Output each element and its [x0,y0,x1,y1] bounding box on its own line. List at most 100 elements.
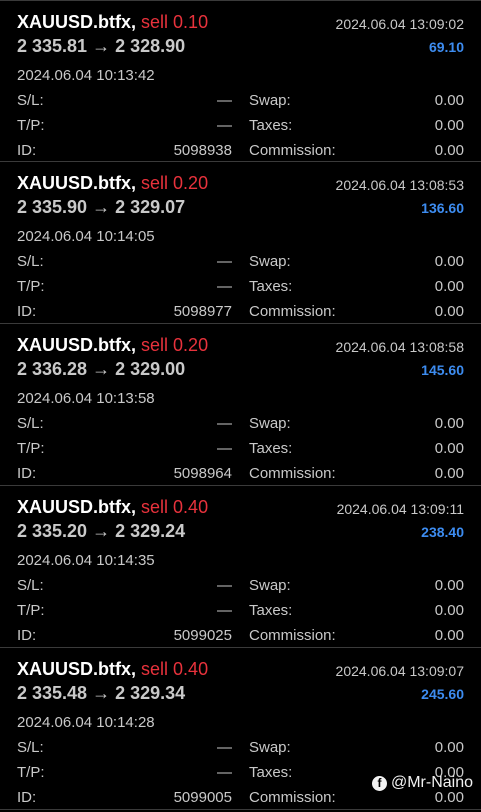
symbol-label: XAUUSD.btfx, [17,335,137,355]
symbol-label: XAUUSD.btfx, [17,497,137,517]
tp-label: T/P: [17,278,45,295]
tp-value: — [217,440,232,457]
open-time: 2024.06.04 13:08:53 [335,177,464,193]
tp-value: — [217,117,232,134]
id-label: ID: [17,789,37,806]
deal-prices: 2 336.28 → 2 329.00 [17,359,186,379]
id-commission-row: ID: 5099025 Commission: 0.00 [17,627,464,647]
deal-item[interactable]: XAUUSD.btfx, sell 0.20 2024.06.04 13:08:… [0,162,481,324]
id-commission-row: ID: 5099005 Commission: 0.00 [17,789,464,809]
id-commission-row: ID: 5098977 Commission: 0.00 [17,303,464,323]
commission-value: 0.00 [434,627,464,644]
deal-side: sell 0.10 [141,12,209,32]
deal-item[interactable]: XAUUSD.btfx, sell 0.20 2024.06.04 13:08:… [0,324,481,486]
taxes-label: Taxes: [249,764,293,781]
open-time: 2024.06.04 13:09:02 [335,16,464,32]
symbol-label: XAUUSD.btfx, [17,659,137,679]
sl-value: — [217,739,232,756]
deal-symbol: XAUUSD.btfx, sell 0.20 [17,173,208,194]
close-time: 2024.06.04 10:13:58 [17,390,155,407]
sl-label: S/L: [17,415,44,432]
commission-label: Commission: [249,627,336,644]
deal-side: sell 0.40 [141,497,209,517]
close-time: 2024.06.04 10:14:28 [17,714,155,731]
deal-side: sell 0.40 [141,659,209,679]
facebook-icon: f [371,775,387,791]
deal-item[interactable]: XAUUSD.btfx, sell 0.10 2024.06.04 13:09:… [0,0,481,162]
sl-swap-row: S/L: — Swap: 0.00 [17,92,464,112]
taxes-value: 0.00 [434,440,464,457]
sl-value: — [217,253,232,270]
commission-label: Commission: [249,142,336,159]
id-label: ID: [17,303,37,320]
deal-prices: 2 335.81 → 2 328.90 [17,36,186,56]
taxes-label: Taxes: [249,602,293,619]
tp-taxes-row: T/P: — Taxes: 0.00 [17,278,464,298]
watermark: f @Mr-Naino [371,774,473,792]
deal-prices: 2 335.90 → 2 329.07 [17,197,186,217]
id-label: ID: [17,627,37,644]
id-commission-row: ID: 5098938 Commission: 0.00 [17,142,464,162]
id-value: 5099005 [173,789,232,806]
tp-taxes-row: T/P: — Taxes: 0.00 [17,440,464,460]
id-commission-row: ID: 5098964 Commission: 0.00 [17,465,464,485]
deal-symbol: XAUUSD.btfx, sell 0.20 [17,335,208,356]
taxes-value: 0.00 [434,602,464,619]
deals-list: XAUUSD.btfx, sell 0.10 2024.06.04 13:09:… [0,0,481,810]
close-time: 2024.06.04 10:14:05 [17,228,155,245]
id-label: ID: [17,465,37,482]
swap-label: Swap: [249,92,291,109]
tp-label: T/P: [17,440,45,457]
commission-label: Commission: [249,465,336,482]
open-time: 2024.06.04 13:08:58 [335,339,464,355]
swap-label: Swap: [249,739,291,756]
deal-side: sell 0.20 [141,335,209,355]
symbol-label: XAUUSD.btfx, [17,12,137,32]
sl-label: S/L: [17,577,44,594]
tp-value: — [217,278,232,295]
tp-label: T/P: [17,764,45,781]
swap-value: 0.00 [434,577,464,594]
deal-profit: 145.60 [421,362,464,378]
deal-item[interactable]: XAUUSD.btfx, sell 0.40 2024.06.04 13:09:… [0,486,481,648]
sl-swap-row: S/L: — Swap: 0.00 [17,253,464,273]
id-value: 5098977 [173,303,232,320]
sl-value: — [217,92,232,109]
tp-label: T/P: [17,602,45,619]
deal-prices: 2 335.20 → 2 329.24 [17,521,186,541]
sl-label: S/L: [17,92,44,109]
symbol-label: XAUUSD.btfx, [17,173,137,193]
sl-swap-row: S/L: — Swap: 0.00 [17,415,464,435]
deal-symbol: XAUUSD.btfx, sell 0.40 [17,659,208,680]
sl-value: — [217,415,232,432]
swap-label: Swap: [249,253,291,270]
commission-label: Commission: [249,789,336,806]
tp-taxes-row: T/P: — Taxes: 0.00 [17,602,464,622]
sl-value: — [217,577,232,594]
id-label: ID: [17,142,37,159]
watermark-text: @Mr-Naino [390,774,473,791]
open-time: 2024.06.04 13:09:11 [336,501,464,517]
sl-swap-row: S/L: — Swap: 0.00 [17,739,464,759]
deal-profit: 69.10 [428,39,464,55]
swap-label: Swap: [249,577,291,594]
commission-label: Commission: [249,303,336,320]
commission-value: 0.00 [434,142,464,159]
close-time: 2024.06.04 10:13:42 [17,67,155,84]
commission-value: 0.00 [434,465,464,482]
swap-label: Swap: [249,415,291,432]
taxes-label: Taxes: [249,278,293,295]
id-value: 5099025 [173,627,232,644]
deal-symbol: XAUUSD.btfx, sell 0.10 [17,12,208,33]
id-value: 5098938 [173,142,232,159]
sl-label: S/L: [17,739,44,756]
tp-taxes-row: T/P: — Taxes: 0.00 [17,117,464,137]
taxes-label: Taxes: [249,440,293,457]
tp-label: T/P: [17,117,45,134]
tp-value: — [217,602,232,619]
id-value: 5098964 [173,465,232,482]
taxes-value: 0.00 [434,278,464,295]
deal-profit: 136.60 [421,200,464,216]
deal-prices: 2 335.48 → 2 329.34 [17,683,186,703]
deal-side: sell 0.20 [141,173,209,193]
